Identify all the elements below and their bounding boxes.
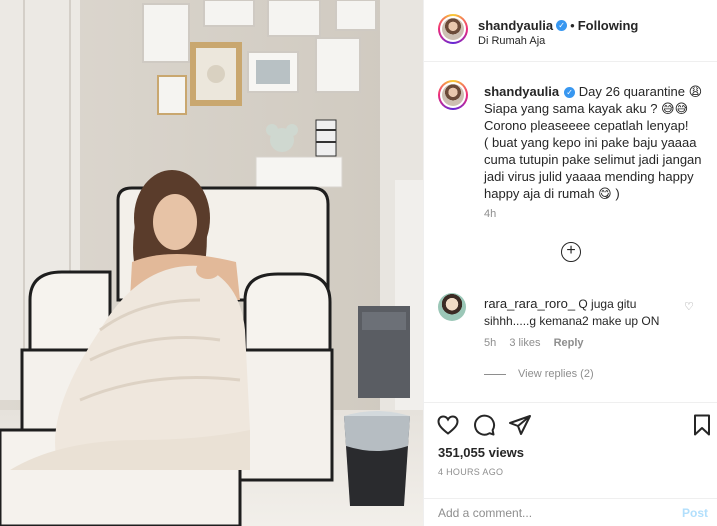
location-link[interactable]: Di Rumah Aja bbox=[478, 35, 545, 47]
post-header: shandyaulia ✓ • Following Di Rumah Aja bbox=[424, 0, 717, 62]
post-actions: 351,055 views 4 HOURS AGO bbox=[424, 402, 717, 498]
replies-divider bbox=[484, 373, 506, 375]
caption-author-avatar[interactable] bbox=[438, 80, 468, 110]
author-avatar[interactable] bbox=[438, 14, 468, 44]
comment-time[interactable]: 5h bbox=[484, 337, 496, 349]
caption-line: Siapa yang sama kayak aku ? 😅😅 bbox=[484, 101, 689, 116]
caption-username[interactable]: shandyaulia bbox=[484, 84, 559, 99]
post-timestamp[interactable]: 4 HOURS AGO bbox=[438, 467, 503, 477]
reply-button[interactable]: Reply bbox=[554, 337, 584, 349]
comments-section[interactable]: shandyaulia ✓ Day 26 quarantine 😩 Siapa y… bbox=[424, 62, 717, 402]
bookmark-icon[interactable] bbox=[690, 413, 714, 437]
comment-meta: 5h 3 likes Reply bbox=[484, 337, 594, 349]
post-caption: shandyaulia ✓ Day 26 quarantine 😩 Siapa y… bbox=[484, 83, 709, 202]
author-username[interactable]: shandyaulia bbox=[478, 18, 553, 33]
caption-timestamp[interactable]: 4h bbox=[484, 208, 496, 220]
verified-badge-icon: ✓ bbox=[556, 20, 568, 32]
verified-badge-icon: ✓ bbox=[564, 87, 576, 99]
post-photo bbox=[0, 0, 423, 526]
post-details-panel: shandyaulia ✓ • Following Di Rumah Aja shan… bbox=[423, 0, 717, 526]
share-icon[interactable] bbox=[508, 413, 532, 437]
comment-likes[interactable]: 3 likes bbox=[509, 337, 540, 349]
comment-icon[interactable] bbox=[472, 413, 496, 437]
caption-line: Day 26 quarantine 😩 bbox=[578, 84, 703, 99]
views-count[interactable]: 351,055 views bbox=[438, 445, 524, 460]
post-media[interactable] bbox=[0, 0, 423, 526]
commenter-avatar[interactable] bbox=[438, 293, 466, 321]
heart-outline-icon[interactable]: ♡ bbox=[684, 300, 694, 313]
view-replies-button[interactable]: View replies (2) bbox=[484, 368, 594, 380]
comment-composer: Add a comment... Post bbox=[424, 498, 717, 526]
separator-dot: • bbox=[570, 18, 575, 33]
view-replies-label: View replies (2) bbox=[518, 368, 594, 380]
heart-icon[interactable] bbox=[436, 413, 460, 437]
add-comment-input[interactable]: Add a comment... bbox=[438, 506, 532, 520]
commenter-username[interactable]: rara_rara_roro_ bbox=[484, 296, 575, 311]
post-comment-button[interactable]: Post bbox=[682, 506, 708, 520]
comment-body: rara_rara_roro_ Q juga gitu sihhh.....g … bbox=[484, 295, 684, 330]
following-button[interactable]: Following bbox=[578, 18, 639, 33]
plus-circle-icon[interactable]: + bbox=[561, 242, 581, 262]
caption-line: ( buat yang kepo ini pake baju yaaaa cum… bbox=[484, 135, 702, 201]
caption-line: Corono pleaseeee cepatlah lenyap! bbox=[484, 118, 689, 133]
